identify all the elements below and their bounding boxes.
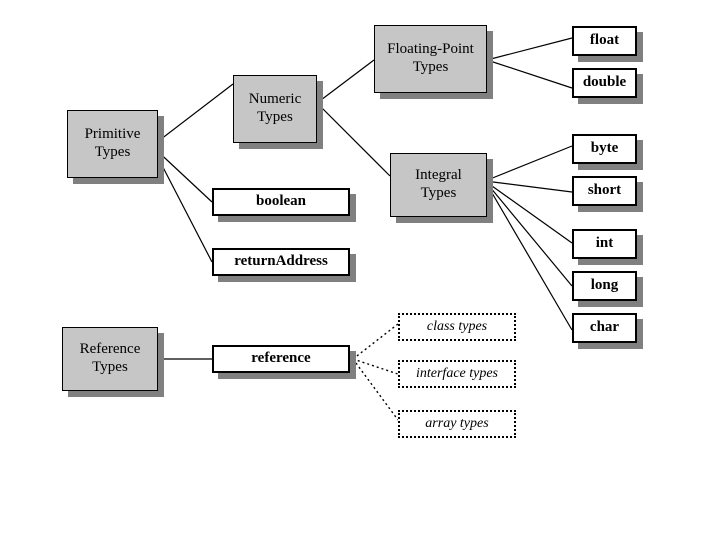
node-reference[interactable]: reference: [212, 345, 350, 373]
node-label: returnAddress: [234, 253, 328, 270]
node-short[interactable]: short: [572, 176, 637, 206]
node-reference-types[interactable]: Reference Types: [62, 327, 158, 391]
node-int[interactable]: int: [572, 229, 637, 259]
node-integral-types[interactable]: Integral Types: [390, 153, 487, 217]
node-interface-types[interactable]: interface types: [398, 360, 516, 388]
node-label: class types: [426, 318, 488, 334]
edge-integral_types-to-char: [484, 180, 573, 331]
node-label: long: [590, 277, 619, 294]
edge-primitive_types-to-return_address: [151, 145, 213, 263]
edge-numeric_types-to-integral_types: [316, 102, 391, 177]
node-label: boolean: [255, 193, 306, 210]
node-label: interface types: [415, 365, 499, 381]
node-label: array types: [425, 415, 489, 431]
node-return-address[interactable]: returnAddress: [212, 248, 350, 276]
node-label: Numeric Types: [248, 91, 302, 125]
node-floating-point-types[interactable]: Floating-Point Types: [374, 25, 487, 93]
edge-integral_types-to-long: [484, 180, 573, 287]
edge-numeric_types-to-floating_point_types: [316, 59, 375, 104]
edge-floating_point_types-to-float: [486, 37, 573, 61]
node-label: float: [589, 32, 620, 49]
edge-primitive_types-to-boolean: [151, 145, 213, 203]
node-label: byte: [590, 140, 619, 157]
node-label: int: [595, 235, 614, 252]
node-label: Integral Types: [415, 167, 462, 201]
node-label: double: [582, 74, 627, 91]
edge-reference-to-class_types: [352, 323, 399, 360]
edge-floating_point_types-to-double: [486, 59, 573, 89]
node-label: reference: [251, 350, 311, 367]
node-class-types[interactable]: class types: [398, 313, 516, 341]
node-label: Floating-Point Types: [387, 41, 474, 75]
node-double[interactable]: double: [572, 68, 637, 98]
node-boolean[interactable]: boolean: [212, 188, 350, 216]
node-float[interactable]: float: [572, 26, 637, 56]
node-label: Primitive Types: [84, 126, 141, 160]
node-char[interactable]: char: [572, 313, 637, 343]
node-byte[interactable]: byte: [572, 134, 637, 164]
node-numeric-types[interactable]: Numeric Types: [233, 75, 317, 143]
node-long[interactable]: long: [572, 271, 637, 301]
type-hierarchy-diagram: Primitive Types Numeric Types Floating-P…: [0, 0, 720, 540]
node-primitive-types[interactable]: Primitive Types: [67, 110, 158, 178]
edge-reference-to-array_types: [352, 358, 399, 421]
node-array-types[interactable]: array types: [398, 410, 516, 438]
edge-primitive_types-to-numeric_types: [151, 83, 234, 147]
edge-integral_types-to-short: [484, 180, 573, 193]
node-label: char: [589, 319, 620, 336]
node-label: Reference Types: [79, 341, 141, 375]
edge-integral_types-to-byte: [484, 145, 573, 182]
node-label: short: [587, 182, 622, 199]
edge-reference-to-interface_types: [352, 358, 399, 375]
edge-integral_types-to-int: [484, 180, 573, 244]
